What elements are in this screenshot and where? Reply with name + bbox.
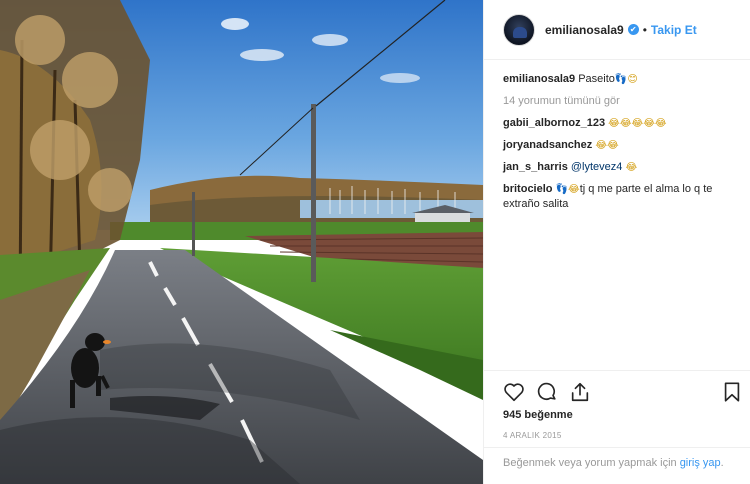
- caption: emilianosala9 Paseito👣😊: [503, 72, 738, 87]
- view-all-comments-link[interactable]: 14 yorumun tümünü gör: [503, 94, 738, 109]
- post-date: 4 ARALIK 2015: [503, 431, 562, 440]
- comment-username[interactable]: joryanadsanchez: [503, 139, 592, 151]
- comment-emoji: 👣😂: [555, 184, 580, 195]
- action-icons: [503, 381, 743, 403]
- verified-badge-icon: ✔: [627, 24, 639, 35]
- login-link[interactable]: giriş yap: [680, 457, 721, 469]
- bookmark-icon[interactable]: [721, 381, 743, 403]
- comments-list: emilianosala9 Paseito👣😊 14 yorumun tümün…: [503, 72, 738, 219]
- comment-icon[interactable]: [536, 381, 558, 403]
- likes-count[interactable]: 945 beğenme: [503, 409, 573, 421]
- comment-item: jan_s_harris @lytevez4 😂: [503, 160, 738, 175]
- post-actions: 945 beğenme 4 ARALIK 2015 Beğenmek veya …: [484, 370, 750, 484]
- post-author-username[interactable]: emilianosala9: [545, 23, 624, 37]
- comment-emoji: 😂😂: [595, 140, 619, 151]
- comment-mention-link[interactable]: @lytevez4: [571, 161, 623, 173]
- instagram-post: emilianosala9 ✔ • Takip Et emilianosala9…: [0, 0, 750, 484]
- caption-text: Paseito: [578, 73, 615, 85]
- avatar[interactable]: [503, 13, 535, 46]
- comment-username[interactable]: jan_s_harris: [503, 161, 568, 173]
- share-icon[interactable]: [569, 381, 591, 403]
- caption-emoji: 👣😊: [614, 74, 638, 85]
- comment-emoji: 😂😂😂😂😂: [608, 118, 667, 129]
- follow-button[interactable]: Takip Et: [651, 23, 697, 37]
- comment-username[interactable]: gabii_albornoz_123: [503, 117, 605, 129]
- comment-emoji: 😂: [625, 162, 638, 173]
- post-photo[interactable]: [0, 0, 483, 484]
- comment-username[interactable]: britocielo: [503, 183, 553, 195]
- login-prompt-text: Beğenmek veya yorum yapmak için: [503, 457, 680, 469]
- heart-icon[interactable]: [503, 381, 525, 403]
- photo-road-dog-scene: [0, 0, 483, 484]
- comment-item: joryanadsanchez 😂😂: [503, 138, 738, 153]
- separator-dot: •: [642, 22, 647, 37]
- post-header: emilianosala9 ✔ • Takip Et: [484, 0, 750, 60]
- post-sidebar: emilianosala9 ✔ • Takip Et emilianosala9…: [483, 0, 750, 484]
- comment-item: britocielo 👣😂tj q me parte el alma lo q …: [503, 182, 738, 212]
- login-prompt-suffix: .: [720, 457, 724, 469]
- login-prompt: Beğenmek veya yorum yapmak için giriş ya…: [484, 447, 750, 470]
- comment-item: gabii_albornoz_123 😂😂😂😂😂: [503, 116, 738, 131]
- caption-username[interactable]: emilianosala9: [503, 73, 575, 85]
